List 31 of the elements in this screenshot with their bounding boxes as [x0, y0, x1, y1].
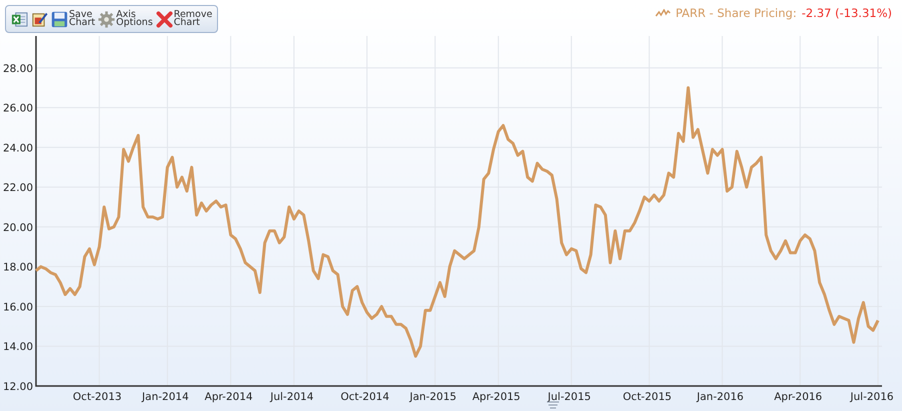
x-axis-label: Jan-2014 — [142, 391, 189, 403]
y-axis-label: 26.00 — [2, 102, 33, 115]
x-axis-label: Apr-2015 — [472, 391, 520, 403]
legend-label: PARR - Share Pricing: — [676, 6, 797, 20]
y-axis-label: 18.00 — [2, 262, 33, 274]
x-axis-label: Jul-2015 — [548, 391, 591, 403]
x-axis-label: Oct-2013 — [72, 391, 122, 403]
x-axis-label: Jan-2015 — [410, 391, 456, 403]
x-axis-label: Apr-2016 — [774, 391, 822, 403]
resize-handle-icon[interactable] — [546, 402, 560, 408]
close-icon — [156, 10, 173, 28]
x-axis-label: Oct-2014 — [340, 391, 390, 403]
save-button[interactable]: Save Chart — [51, 10, 96, 28]
y-axis-label: 28.00 — [2, 62, 33, 75]
legend-line-icon — [654, 9, 671, 17]
y-axis-label: 16.00 — [2, 301, 33, 314]
x-axis-label: Jul-2014 — [270, 391, 314, 403]
y-axis-label: 20.00 — [2, 222, 33, 234]
y-axis-label: 12.00 — [2, 381, 33, 393]
x-axis-label: Apr-2014 — [204, 391, 253, 403]
y-axis-label: 24.00 — [2, 142, 33, 154]
remove-button[interactable]: Remove Chart — [156, 10, 212, 28]
x-axis-label: Jan-2016 — [696, 391, 744, 403]
spreadsheet-icon[interactable] — [11, 10, 28, 28]
x-axis-label: Oct-2015 — [622, 391, 672, 403]
edit-image-icon[interactable] — [31, 10, 48, 28]
y-axis-label: 22.00 — [2, 182, 33, 194]
price-change: -2.37 (-13.31%) — [802, 6, 892, 20]
y-axis-label: 14.00 — [2, 341, 33, 354]
x-axis-label: Jul-2016 — [850, 391, 894, 403]
axis-button[interactable]: Axis Options — [98, 10, 153, 28]
